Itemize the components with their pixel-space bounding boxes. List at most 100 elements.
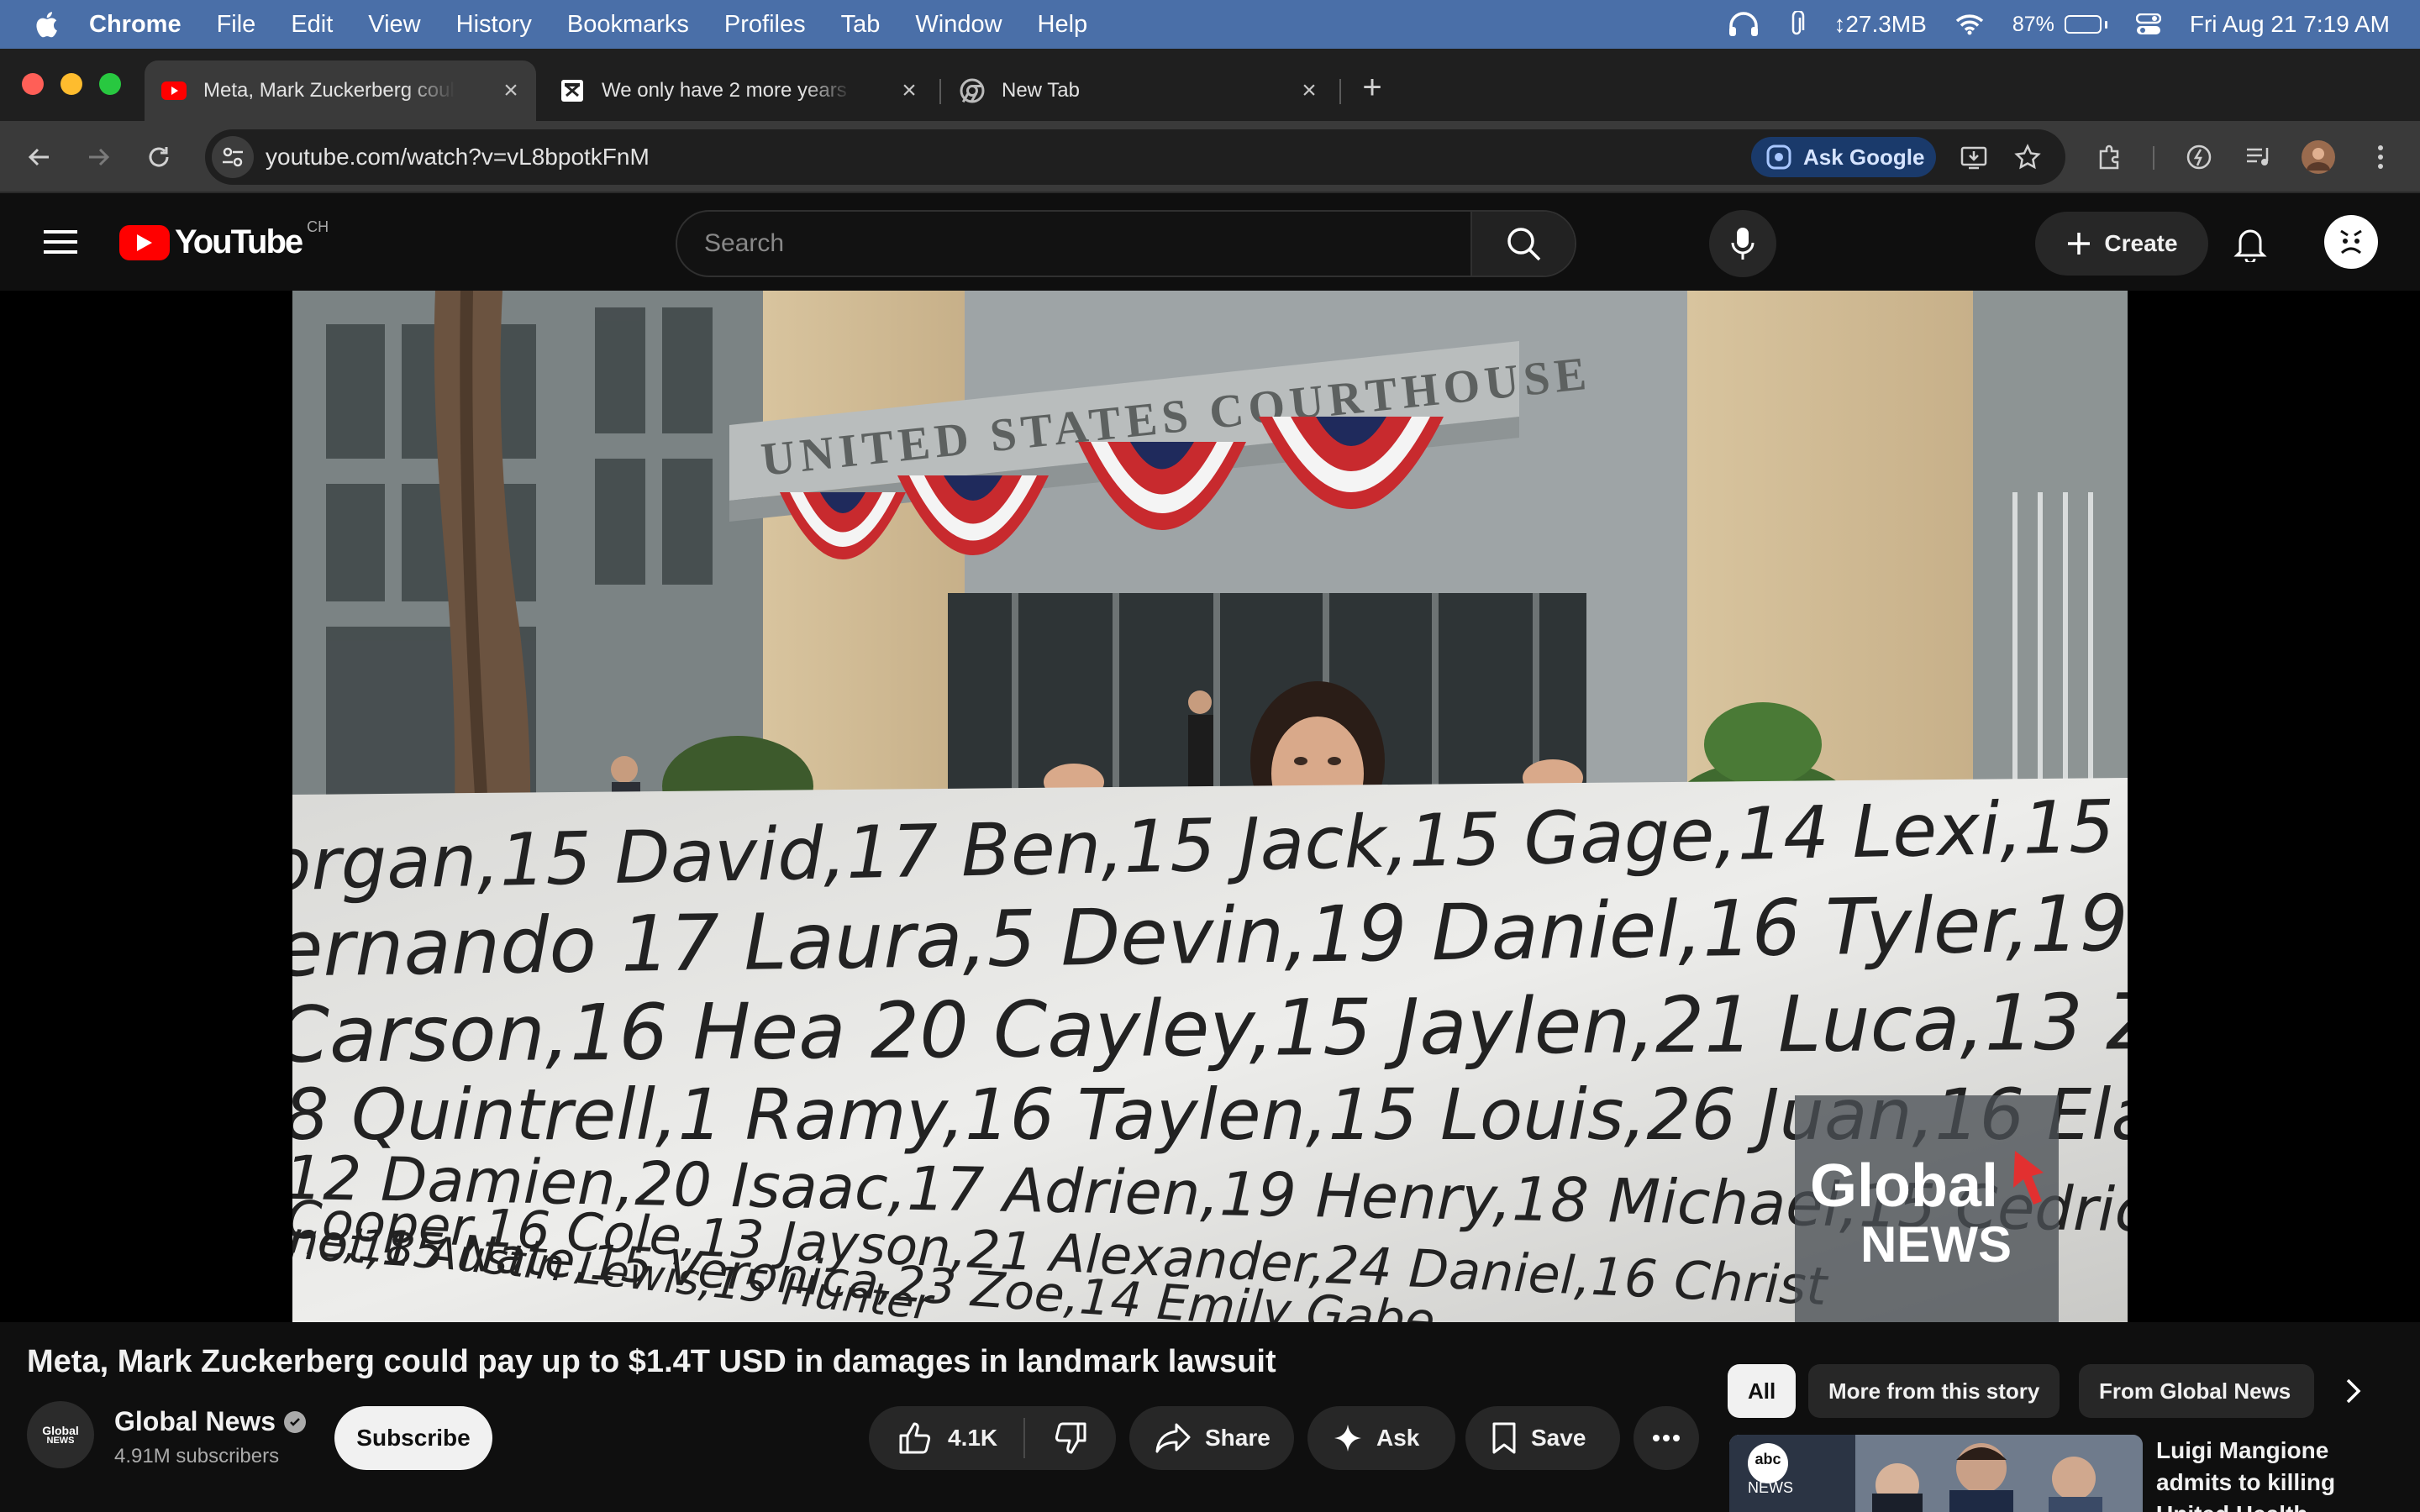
thumbs-down-icon [1055,1422,1086,1454]
battery-icon [2064,15,2102,34]
verified-check-icon [284,1410,307,1433]
svg-text:NEWS: NEWS [1860,1216,2012,1273]
menu-view[interactable]: View [368,11,420,39]
plus-icon [2068,233,2091,255]
search-button[interactable] [1470,212,1575,276]
forward-button[interactable] [81,139,116,175]
menu-edit[interactable]: Edit [291,11,333,39]
browser-tab-new-tab[interactable]: New Tab × [943,60,1334,121]
menu-window[interactable]: Window [915,11,1002,39]
create-button[interactable]: Create [2035,212,2208,276]
share-button[interactable]: Share [1129,1406,1294,1470]
search-icon [1507,228,1541,261]
chrome-menu-icon[interactable] [2363,139,2398,175]
youtube-play-icon [119,224,170,260]
channel-avatar[interactable]: Global NEWS [27,1401,94,1468]
chevron-right-icon[interactable] [2329,1368,2376,1415]
apple-icon[interactable] [34,10,59,39]
sad-face-icon [2340,229,2362,255]
address-url[interactable]: youtube.com/watch?v=vL8bpotkFnM [266,144,650,171]
thumbs-up-icon [899,1422,931,1454]
install-app-icon[interactable] [1958,141,1990,173]
hamburger-menu-icon[interactable] [44,227,77,257]
battery-status[interactable]: 87% [2012,13,2107,37]
chrome-icon [960,78,985,103]
video-frame[interactable]: UNITED STATES COURTHOUSE organ,15 David,… [292,291,2128,1322]
global-news-watermark: Global NEWS [1795,1095,2059,1322]
youtube-wordmark: YouTube [175,223,303,260]
ask-google-button[interactable]: Ask Google [1751,137,1936,177]
headphones-icon[interactable] [1728,12,1760,37]
youtube-logo[interactable]: YouTube CH [119,218,329,261]
microphone-icon [1731,228,1754,260]
new-tab-button[interactable]: + [1353,69,1392,108]
create-label: Create [2104,230,2178,256]
profile-avatar[interactable] [2301,139,2336,175]
reload-button[interactable] [141,139,176,175]
wifi-icon[interactable] [1955,13,1984,35]
save-button[interactable]: Save [1465,1406,1620,1470]
video-player[interactable]: UNITED STATES COURTHOUSE organ,15 David,… [0,291,2420,1322]
subscribe-button[interactable]: Subscribe [334,1406,492,1470]
menu-profiles[interactable]: Profiles [724,11,806,39]
account-avatar[interactable] [2324,215,2378,269]
menu-app-chrome[interactable]: Chrome [89,11,182,39]
abc-news-badge: abc NEWS [1748,1451,1793,1496]
menubar-status-area: ↕27.3MB 87% Fri Aug 21 7:19 AM [1728,0,2390,49]
tab-close-icon[interactable]: × [499,78,523,103]
menu-file[interactable]: File [217,11,256,39]
recommendation-thumbnail[interactable]: abc NEWS [1729,1435,2143,1512]
like-dislike-group: 4.1K [869,1406,1116,1470]
network-usage[interactable]: ↕27.3MB [1833,11,1927,38]
dislike-button[interactable] [1025,1406,1116,1470]
page-icon [560,78,585,103]
menu-tab[interactable]: Tab [841,11,881,39]
battery-percent: 87% [2012,12,2054,36]
subscriber-count: 4.91M subscribers [114,1445,280,1467]
browser-toolbar: youtube.com/watch?v=vL8bpotkFnM Ask Goog… [0,121,2420,193]
notifications-bell-icon[interactable] [2230,223,2270,264]
tab-title: New Tab [1002,79,1080,102]
chip-all[interactable]: All [1728,1364,1797,1418]
ask-google-label: Ask Google [1803,144,1925,170]
media-controls-icon[interactable] [2242,139,2277,175]
menu-bookmarks[interactable]: Bookmarks [567,11,689,39]
tab-close-icon[interactable]: × [897,78,921,103]
browser-tab-youtube[interactable]: Meta, Mark Zuckerberg could pay up to × [145,60,536,121]
country-code: CH [307,218,329,235]
google-lens-icon [1766,144,1791,170]
more-actions-button[interactable] [1634,1406,1699,1470]
channel-name[interactable]: Global News [114,1406,307,1437]
ask-button[interactable]: Ask [1307,1406,1455,1470]
extensions-icon[interactable] [2092,139,2128,175]
banner-name-row: Carson,16 Hea 20 Cayley,15 Jaylen,21 Luc… [292,971,2128,1080]
tab-close-icon[interactable]: × [1297,78,1321,103]
share-arrow-icon [1155,1423,1191,1453]
menubar-clock[interactable]: Fri Aug 21 7:19 AM [2190,11,2390,38]
tab-title: Meta, Mark Zuckerberg could pay up to [203,79,455,102]
svg-text:Global: Global [1810,1152,1998,1220]
voice-search-button[interactable] [1709,210,1776,277]
back-button[interactable] [22,139,57,175]
address-bar[interactable]: youtube.com/watch?v=vL8bpotkFnM Ask Goog… [205,129,2065,185]
performance-icon[interactable] [2181,139,2217,175]
sparkle-icon [1334,1425,1361,1452]
tab-title: We only have 2 more years of [602,79,854,102]
control-center-icon[interactable] [2135,13,2161,35]
menu-history[interactable]: History [456,11,532,39]
bookmark-star-icon[interactable] [2012,141,2044,173]
menu-help[interactable]: Help [1038,11,1088,39]
recommendation-title[interactable]: Luigi Mangione admits to killing United … [2156,1435,2358,1512]
browser-tab-article[interactable]: We only have 2 more years of × [543,60,934,121]
window-close-button[interactable] [22,73,44,95]
window-zoom-button[interactable] [99,73,121,95]
youtube-icon [161,78,187,103]
chip-more-from-this-story[interactable]: More from this story [1808,1364,2060,1418]
like-button[interactable]: 4.1K [869,1406,1023,1470]
site-info-icon[interactable] [212,136,254,178]
paperclip-icon[interactable] [1788,11,1805,38]
chip-from-global-news[interactable]: From Global News [2079,1364,2314,1418]
window-minimize-button[interactable] [60,73,82,95]
search-input[interactable] [677,212,1492,276]
bookmark-icon [1492,1422,1516,1454]
